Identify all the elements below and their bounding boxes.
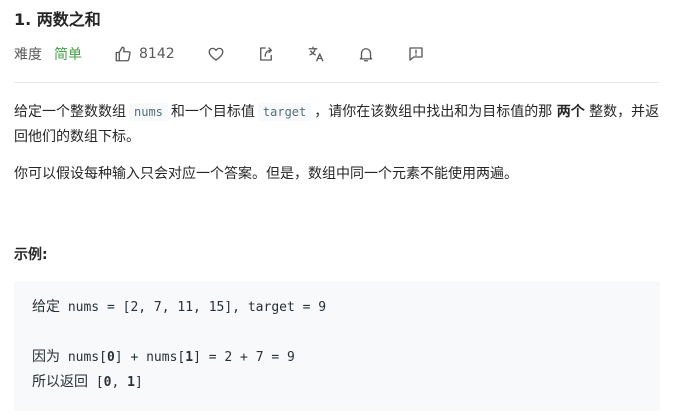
thumbs-up-icon	[114, 45, 132, 63]
problem-title: 1. 两数之和	[14, 10, 101, 29]
heart-icon	[207, 45, 225, 63]
problem-description: 给定一个整数数组 nums 和一个目标值 target ，请你在该数组中找出和为目标值的…	[14, 100, 660, 199]
feedback-icon	[407, 45, 425, 63]
example-line-return: 所以返回 [0, 1]	[32, 374, 143, 390]
share-icon	[257, 45, 275, 63]
difficulty-label: 难度	[14, 47, 42, 63]
header-divider	[14, 82, 660, 83]
description-paragraph-2: 你可以假设每种输入只会对应一个答案。但是，数组中同一个元素不能使用两遍。	[14, 166, 518, 182]
problem-page: 1. 两数之和 难度 简单 8142 给定一个整数数组 nums 和一个目标值 …	[0, 0, 674, 414]
feedback-button[interactable]	[407, 45, 425, 63]
inline-code-target: target	[257, 103, 312, 121]
like-button[interactable]: 8142	[114, 45, 175, 63]
example-line-given: 给定 nums = [2, 7, 11, 15], target = 9	[32, 299, 327, 315]
share-button[interactable]	[257, 45, 275, 63]
problem-meta-bar: 难度 简单 8142	[14, 43, 425, 65]
emphasis-two: 两个	[556, 104, 585, 120]
bell-icon	[357, 45, 375, 63]
translate-icon	[307, 45, 325, 63]
example-line-because: 因为 nums[0] + nums[1] = 2 + 7 = 9	[32, 349, 295, 365]
description-paragraph-1: 给定一个整数数组 nums 和一个目标值 target ，请你在该数组中找出和为目标值的…	[14, 103, 660, 145]
translate-button[interactable]	[307, 45, 325, 63]
example-blank-line	[32, 320, 642, 345]
like-count: 8142	[139, 46, 175, 62]
inline-code-nums: nums	[129, 103, 168, 121]
favorite-button[interactable]	[207, 45, 225, 63]
example-heading: 示例:	[14, 247, 48, 263]
difficulty-badge: 简单	[54, 47, 82, 63]
example-code-block: 给定 nums = [2, 7, 11, 15], target = 9 因为 …	[14, 281, 660, 411]
notify-button[interactable]	[357, 45, 375, 63]
